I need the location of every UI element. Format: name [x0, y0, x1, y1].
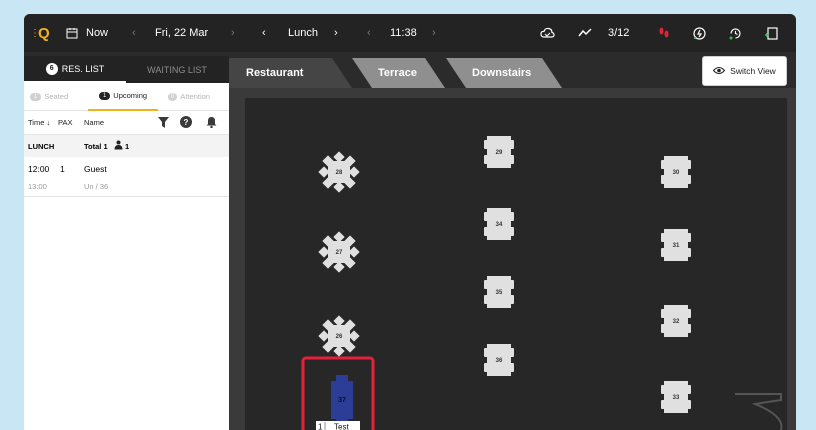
tab-waiting-list[interactable]: WAITING LIST: [126, 56, 228, 83]
subtab-seated[interactable]: 1 Seated: [30, 83, 68, 111]
res-time: 12:00: [28, 164, 50, 174]
table-29[interactable]: 29: [484, 136, 514, 168]
name-header[interactable]: Name: [84, 118, 104, 127]
table-28[interactable]: 28: [318, 151, 360, 193]
subtab-upcoming-label: Upcoming: [113, 91, 148, 100]
table-number-37: 37: [338, 397, 346, 404]
time-header-label: Time: [28, 118, 45, 127]
table-number-28: 28: [336, 170, 343, 176]
table-number-31: 31: [673, 243, 680, 249]
column-headers: Time ↓ PAX Name ?: [24, 111, 229, 135]
app-logo: Q: [38, 24, 50, 42]
res-pax: 1: [60, 164, 65, 174]
table-number-36: 36: [496, 358, 503, 364]
reservation-panel: 6 RES. LIST WAITING LIST 1 Seated 1 Upco…: [24, 56, 229, 430]
next-date-icon[interactable]: ›: [231, 14, 235, 52]
floor-plan-canvas: 28 27 26 29 34 35 36 30 31 32 33 37 1 Test: [301, 136, 783, 430]
stair-outline: [735, 393, 783, 430]
table-number-34: 34: [496, 222, 503, 228]
trend-icon[interactable]: [578, 14, 592, 52]
service-section-header: LUNCH Total 1 1: [24, 135, 229, 157]
filter-icon[interactable]: [158, 117, 169, 130]
app-window: ⋮ Q Now ‹ Fri, 22 Mar › ‹ Lunch › ‹ 11:3…: [24, 14, 796, 430]
table-37[interactable]: 37: [331, 375, 353, 425]
table-30[interactable]: 30: [661, 156, 691, 188]
table-31[interactable]: 31: [661, 229, 691, 261]
calendar-icon[interactable]: [66, 14, 78, 52]
top-bar: ⋮ Q Now ‹ Fri, 22 Mar › ‹ Lunch › ‹ 11:3…: [24, 14, 796, 52]
date-label[interactable]: Fri, 22 Mar: [155, 14, 208, 52]
table-36[interactable]: 36: [484, 344, 514, 376]
table-number-33: 33: [673, 395, 680, 401]
time-label[interactable]: 11:38: [390, 14, 417, 52]
table-33[interactable]: 33: [661, 381, 691, 413]
table-35[interactable]: 35: [484, 276, 514, 308]
table-number-26: 26: [336, 334, 343, 340]
cloud-sync-icon[interactable]: [540, 14, 555, 52]
subtab-attention[interactable]: 0 Attention: [168, 83, 210, 111]
history-icon[interactable]: [728, 14, 743, 52]
bell-icon[interactable]: [206, 116, 217, 130]
tab-downstairs[interactable]: Downstairs: [472, 67, 531, 79]
res-end-time: 13:00: [28, 182, 47, 191]
section-name: LUNCH: [28, 141, 55, 151]
res-name: Guest: [84, 164, 107, 174]
sort-time-header[interactable]: Time ↓: [28, 118, 50, 127]
tab-res-list-label: RES. LIST: [61, 63, 105, 74]
reservation-row[interactable]: 12:00 1 Guest: [24, 157, 229, 179]
section-pax: 1: [125, 141, 130, 151]
table-number-30: 30: [673, 170, 680, 176]
table-number-29: 29: [496, 150, 503, 156]
section-total: Total 1: [84, 141, 108, 151]
tab-terrace[interactable]: Terrace: [378, 67, 417, 79]
tab-restaurant[interactable]: Restaurant: [246, 67, 303, 79]
subtab-seated-label: Seated: [44, 92, 69, 101]
next-time-icon[interactable]: ›: [432, 14, 436, 52]
reservation-row-details[interactable]: 13:00 Un / 36: [24, 179, 229, 197]
prev-time-icon[interactable]: ‹: [367, 14, 371, 52]
table-32[interactable]: 32: [661, 305, 691, 337]
table-27[interactable]: 27: [318, 231, 360, 273]
seated-count: 1: [30, 92, 42, 101]
upcoming-count: 1: [98, 91, 111, 100]
service-label[interactable]: Lunch: [288, 14, 318, 52]
eye-icon: [712, 66, 726, 77]
person-icon: [114, 140, 123, 152]
table-number-27: 27: [336, 250, 343, 256]
next-service-icon[interactable]: ›: [334, 14, 338, 52]
tab-waiting-list-label: WAITING LIST: [147, 64, 207, 75]
svg-text:?: ?: [184, 118, 189, 127]
res-count-badge: 6: [45, 62, 58, 75]
table-26[interactable]: 26: [318, 315, 360, 357]
res-table-info: Un / 36: [84, 182, 109, 191]
table-number-35: 35: [496, 290, 503, 296]
footprints-icon[interactable]: [658, 14, 670, 52]
prev-service-icon[interactable]: ‹: [262, 14, 266, 52]
prev-date-icon[interactable]: ‹: [132, 14, 136, 52]
selected-reservation-name: Test: [334, 423, 349, 430]
walk-in-icon[interactable]: [692, 14, 707, 52]
pax-header[interactable]: PAX: [58, 118, 72, 127]
help-icon[interactable]: ?: [180, 116, 192, 130]
subtab-attention-label: Attention: [180, 92, 210, 101]
selected-reservation-pax: 1: [318, 423, 323, 430]
table-34[interactable]: 34: [484, 208, 514, 240]
floor-plan: 28 27 26 29 34 35 36 30 31 32 33 37 1 Test: [245, 98, 787, 430]
table-number-32: 32: [673, 319, 680, 325]
occupancy-count: 3/12: [608, 27, 630, 39]
switch-view-button[interactable]: Switch View: [702, 56, 787, 86]
tab-res-list[interactable]: 6 RES. LIST: [24, 56, 126, 83]
status-subtabs: 1 Seated 1 Upcoming 0 Attention: [24, 83, 229, 111]
floor-plan-container: 28 27 26 29 34 35 36 30 31 32 33 37 1 Test: [229, 88, 796, 430]
sort-down-icon: ↓: [46, 118, 51, 127]
subtab-upcoming[interactable]: 1 Upcoming: [88, 83, 158, 111]
switch-view-label: Switch View: [730, 66, 776, 76]
list-tabs: 6 RES. LIST WAITING LIST: [24, 56, 229, 83]
exit-icon[interactable]: [764, 14, 779, 52]
attention-count: 0: [168, 92, 178, 101]
now-button[interactable]: Now: [86, 14, 108, 52]
